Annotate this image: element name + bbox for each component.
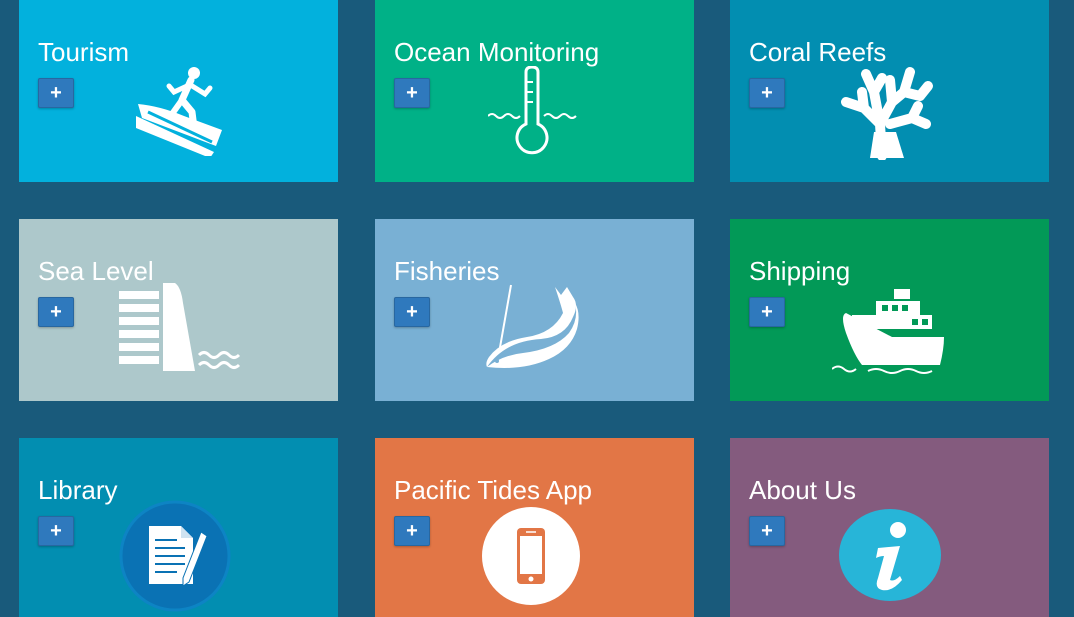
coral-icon	[841, 67, 933, 160]
expand-button[interactable]: +	[749, 297, 785, 327]
tile-sea-level[interactable]: Sea Level +	[19, 219, 338, 401]
tile-shipping[interactable]: Shipping +	[730, 219, 1049, 401]
expand-button[interactable]: +	[38, 516, 74, 546]
expand-button[interactable]: +	[394, 78, 430, 108]
tile-pacific-tides-app[interactable]: Pacific Tides App +	[375, 438, 694, 617]
tile-library[interactable]: Library +	[19, 438, 338, 617]
expand-button[interactable]: +	[394, 516, 430, 546]
expand-button[interactable]: +	[749, 78, 785, 108]
tile-title: Pacific Tides App	[394, 475, 592, 505]
tile-ocean-monitoring[interactable]: Ocean Monitoring +	[375, 0, 694, 182]
tile-tourism[interactable]: Tourism +	[19, 0, 338, 182]
surfer-icon	[136, 67, 222, 156]
sea-wall-icon	[119, 283, 241, 371]
expand-button[interactable]: +	[38, 297, 74, 327]
tile-title: Tourism	[38, 37, 130, 67]
tile-title: About Us	[749, 475, 856, 505]
expand-button[interactable]: +	[38, 78, 74, 108]
thermometer-icon	[488, 66, 577, 155]
smartphone-icon	[482, 507, 580, 605]
fish-icon	[486, 284, 579, 368]
tile-about-us[interactable]: About Us +	[730, 438, 1049, 617]
tile-coral-reefs[interactable]: Coral Reefs +	[730, 0, 1049, 182]
tile-title: Ocean Monitoring	[394, 37, 600, 67]
expand-button[interactable]: +	[394, 297, 430, 327]
expand-button[interactable]: +	[749, 516, 785, 546]
info-icon	[839, 509, 941, 601]
tile-title: Shipping	[749, 256, 851, 286]
document-icon	[119, 500, 231, 612]
ship-icon	[832, 289, 944, 374]
tile-title: Library	[38, 475, 118, 505]
tile-fisheries[interactable]: Fisheries +	[375, 219, 694, 401]
